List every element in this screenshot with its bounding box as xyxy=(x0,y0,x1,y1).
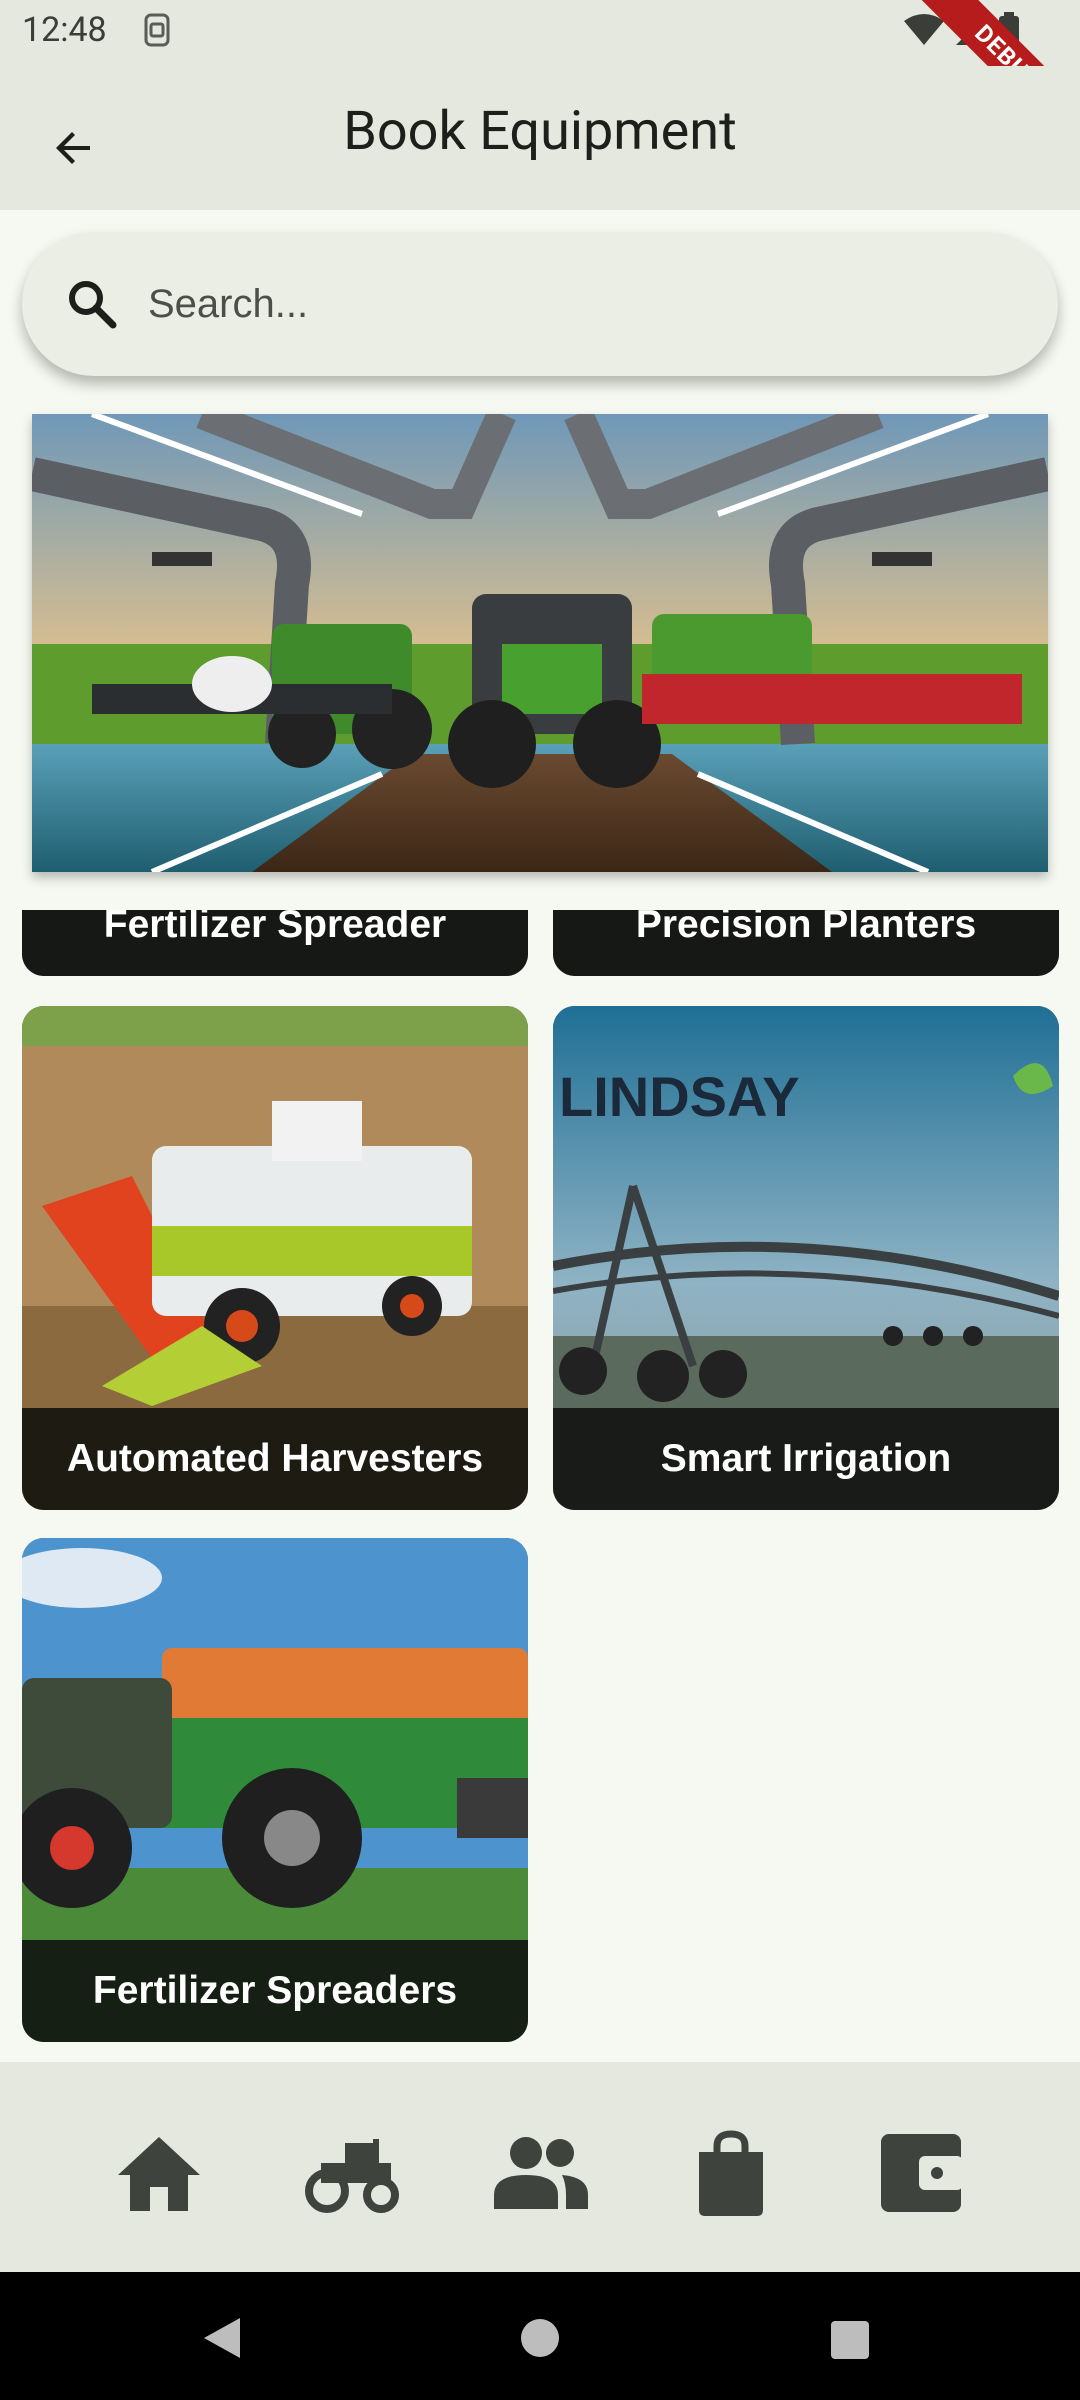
equipment-card-label: Automated Harvesters xyxy=(22,1408,528,1510)
search-bar[interactable] xyxy=(22,232,1058,376)
search-input[interactable] xyxy=(148,268,1008,340)
status-time: 12:48 xyxy=(22,10,107,50)
equipment-card-label: Precision Planters xyxy=(553,910,1059,976)
hero-banner-image xyxy=(32,414,1048,872)
wallet-icon xyxy=(881,2134,963,2212)
nav-home[interactable] xyxy=(104,2118,214,2228)
equipment-card-fertilizer-spreader[interactable]: Fertilizer Spreader xyxy=(22,910,528,976)
app-bar: Book Equipment xyxy=(0,66,1080,210)
back-triangle-icon[interactable] xyxy=(200,2316,244,2364)
equipment-card-label: Fertilizer Spreaders xyxy=(22,1940,528,2042)
equipment-card-smart-irrigation[interactable]: LINDSAY Smart Irrigation xyxy=(553,1006,1059,1510)
equipment-card-precision-planters[interactable]: Precision Planters xyxy=(553,910,1059,976)
sim-card-icon xyxy=(142,12,172,52)
status-bar: 12:48 DEBUG xyxy=(0,0,1080,165)
search-icon xyxy=(66,278,118,334)
home-circle-icon[interactable] xyxy=(520,2318,560,2362)
equipment-card-label: Smart Irrigation xyxy=(553,1408,1059,1510)
equipment-card-label: Fertilizer Spreader xyxy=(22,910,528,976)
brand-text: LINDSAY xyxy=(559,1065,800,1128)
nav-shop[interactable] xyxy=(676,2118,786,2228)
recents-square-icon[interactable] xyxy=(830,2320,870,2364)
screen: 12:48 DEBUG Book Equipment Search... Fer… xyxy=(0,0,1080,2400)
system-navigation-bar xyxy=(0,2272,1080,2400)
page-title: Book Equipment xyxy=(343,100,737,163)
nav-equipment[interactable] xyxy=(296,2118,406,2228)
people-icon xyxy=(494,2137,588,2209)
equipment-card-automated-harvesters[interactable]: Automated Harvesters xyxy=(22,1006,528,1510)
nav-community[interactable] xyxy=(485,2118,595,2228)
nav-wallet[interactable] xyxy=(866,2118,976,2228)
home-icon xyxy=(118,2137,200,2211)
wifi-icon xyxy=(904,13,944,51)
shopping-bag-icon xyxy=(699,2130,763,2216)
bottom-navigation xyxy=(0,2062,1080,2272)
equipment-card-fertilizer-spreaders[interactable]: Fertilizer Spreaders xyxy=(22,1538,528,2042)
tractor-icon xyxy=(305,2139,399,2213)
